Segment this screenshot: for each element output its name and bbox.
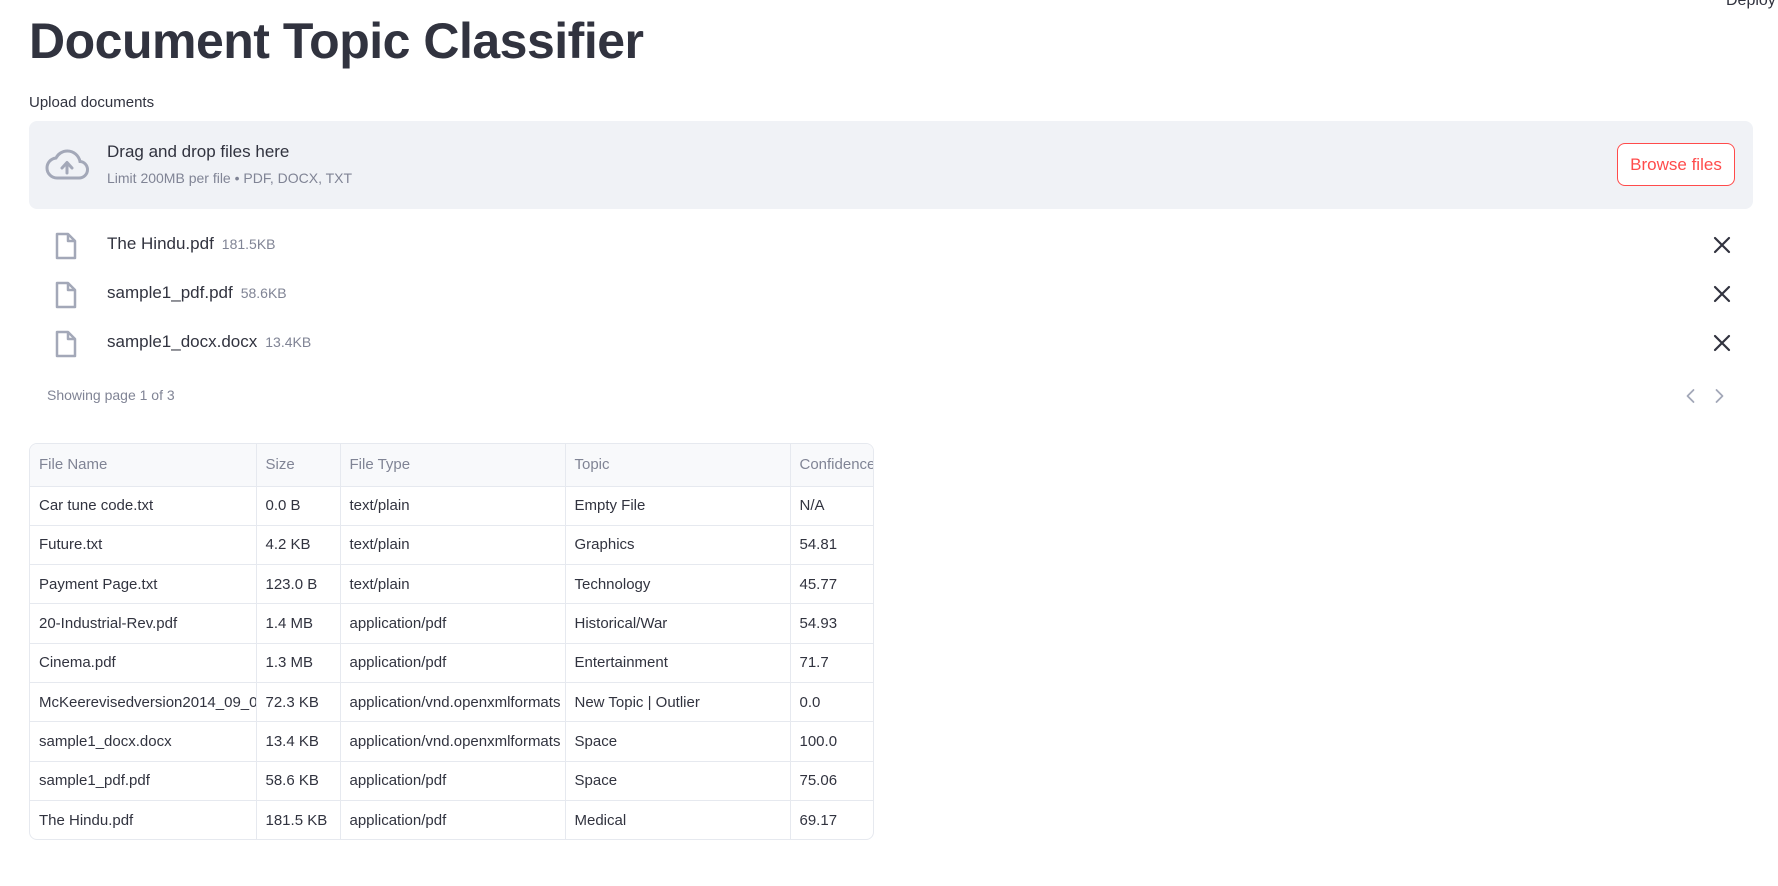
cell-topic[interactable]: Entertainment — [565, 643, 791, 683]
cell-confidence[interactable]: 100.0 — [790, 721, 873, 762]
column-header-file-name[interactable]: File Name — [30, 444, 257, 487]
cell-topic[interactable]: Technology — [565, 564, 791, 605]
cell-topic[interactable]: Historical/War — [565, 603, 791, 644]
remove-file-close-icon[interactable] — [1713, 334, 1731, 352]
cell-file-name[interactable]: The Hindu.pdf — [30, 800, 257, 839]
cell-file-type[interactable]: text/plain — [340, 525, 566, 566]
cell-file-type[interactable]: application/pdf — [340, 761, 566, 801]
uploaded-file-name: sample1_pdf.pdf — [107, 283, 233, 302]
cell-confidence[interactable]: 0.0 — [790, 682, 873, 723]
uploaded-file-name: The Hindu.pdf — [107, 234, 214, 253]
remove-file-close-icon[interactable] — [1713, 285, 1731, 303]
column-header-size[interactable]: Size — [256, 444, 341, 487]
cell-size[interactable]: 181.5 KB — [256, 800, 341, 839]
column-header-confidence[interactable]: Confidence — [790, 444, 873, 487]
table-row: Payment Page.txt 123.0 B text/plain Tech… — [30, 564, 873, 605]
cell-file-type[interactable]: application/pdf — [340, 800, 566, 839]
cell-confidence[interactable]: 54.93 — [790, 603, 873, 644]
table-row: 20-Industrial-Rev.pdf 1.4 MB application… — [30, 603, 873, 644]
cell-topic[interactable]: New Topic | Outlier — [565, 682, 791, 723]
cell-file-name[interactable]: McKeerevisedversion2014_09_01 — [30, 682, 257, 723]
results-table[interactable]: File Name Size File Type Topic Confidenc… — [29, 443, 874, 840]
cell-file-name[interactable]: Future.txt — [30, 525, 257, 566]
file-icon — [55, 330, 77, 358]
dropzone-title: Drag and drop files here — [107, 142, 290, 161]
pagination-text: Showing page 1 of 3 — [47, 387, 175, 403]
cell-file-type[interactable]: text/plain — [340, 564, 566, 605]
cell-size[interactable]: 1.4 MB — [256, 603, 341, 644]
chevron-right-icon[interactable] — [1709, 386, 1729, 406]
uploaded-file-item: sample1_pdf.pdf 58.6KB — [29, 270, 1753, 319]
cell-size[interactable]: 72.3 KB — [256, 682, 341, 723]
deploy-button[interactable]: Deploy — [1726, 0, 1776, 10]
uploaded-file-size: 181.5KB — [221, 236, 276, 252]
file-dropzone[interactable]: Drag and drop files here Limit 200MB per… — [29, 121, 1753, 209]
file-icon — [55, 281, 77, 309]
cell-size[interactable]: 0.0 B — [256, 486, 341, 526]
cell-file-name[interactable]: sample1_pdf.pdf — [30, 761, 257, 801]
cell-confidence[interactable]: 69.17 — [790, 800, 873, 839]
browse-files-button[interactable]: Browse files — [1617, 143, 1735, 186]
cell-topic[interactable]: Medical — [565, 800, 791, 839]
table-row: McKeerevisedversion2014_09_01 72.3 KB ap… — [30, 682, 873, 723]
file-icon — [55, 232, 77, 260]
cell-file-name[interactable]: sample1_docx.docx — [30, 721, 257, 762]
cell-confidence[interactable]: 45.77 — [790, 564, 873, 605]
table-row: Cinema.pdf 1.3 MB application/pdf Entert… — [30, 643, 873, 683]
cell-topic[interactable]: Space — [565, 721, 791, 762]
table-row: Future.txt 4.2 KB text/plain Graphics 54… — [30, 525, 873, 566]
file-pagination: Showing page 1 of 3 — [29, 384, 1753, 408]
uploaded-file-list: The Hindu.pdf 181.5KB sample1_pdf.pdf 58.6… — [29, 221, 1753, 368]
cell-size[interactable]: 123.0 B — [256, 564, 341, 605]
uploaded-file-name: sample1_docx.docx — [107, 332, 258, 351]
cell-size[interactable]: 58.6 KB — [256, 761, 341, 801]
page-title: Document Topic Classifier — [29, 13, 644, 69]
cell-confidence[interactable]: 71.7 — [790, 643, 873, 683]
column-header-topic[interactable]: Topic — [565, 444, 791, 487]
cloud-upload-icon — [45, 149, 89, 180]
cell-confidence[interactable]: 54.81 — [790, 525, 873, 566]
cell-confidence[interactable]: 75.06 — [790, 761, 873, 801]
cell-file-name[interactable]: Payment Page.txt — [30, 564, 257, 605]
remove-file-close-icon[interactable] — [1713, 236, 1731, 254]
uploaded-file-item: The Hindu.pdf 181.5KB — [29, 221, 1753, 270]
cell-size[interactable]: 4.2 KB — [256, 525, 341, 566]
cell-size[interactable]: 13.4 KB — [256, 721, 341, 762]
table-row: The Hindu.pdf 181.5 KB application/pdf M… — [30, 800, 873, 839]
chevron-left-icon[interactable] — [1681, 386, 1701, 406]
cell-file-name[interactable]: Cinema.pdf — [30, 643, 257, 683]
cell-file-type[interactable]: application/pdf — [340, 643, 566, 683]
column-header-file-type[interactable]: File Type — [340, 444, 566, 487]
uploaded-file-size: 58.6KB — [240, 285, 287, 301]
cell-file-name[interactable]: Car tune code.txt — [30, 486, 257, 526]
cell-topic[interactable]: Graphics — [565, 525, 791, 566]
cell-file-type[interactable]: application/vnd.openxmlformats — [340, 682, 566, 723]
dropzone-subtitle: Limit 200MB per file • PDF, DOCX, TXT — [107, 170, 353, 186]
uploaded-file-size: 13.4KB — [265, 334, 312, 350]
cell-confidence[interactable]: N/A — [790, 486, 873, 526]
cell-file-type[interactable]: application/vnd.openxmlformats — [340, 721, 566, 762]
cell-file-name[interactable]: 20-Industrial-Rev.pdf — [30, 603, 257, 644]
table-row: sample1_pdf.pdf 58.6 KB application/pdf … — [30, 761, 873, 801]
cell-size[interactable]: 1.3 MB — [256, 643, 341, 683]
table-row: Car tune code.txt 0.0 B text/plain Empty… — [30, 486, 873, 526]
upload-label: Upload documents — [29, 94, 155, 111]
cell-topic[interactable]: Empty File — [565, 486, 791, 526]
uploaded-file-item: sample1_docx.docx 13.4KB — [29, 319, 1753, 368]
cell-topic[interactable]: Space — [565, 761, 791, 801]
table-row: sample1_docx.docx 13.4 KB application/vn… — [30, 721, 873, 762]
cell-file-type[interactable]: text/plain — [340, 486, 566, 526]
cell-file-type[interactable]: application/pdf — [340, 603, 566, 644]
table-header-row: File Name Size File Type Topic Confidenc… — [30, 444, 873, 487]
